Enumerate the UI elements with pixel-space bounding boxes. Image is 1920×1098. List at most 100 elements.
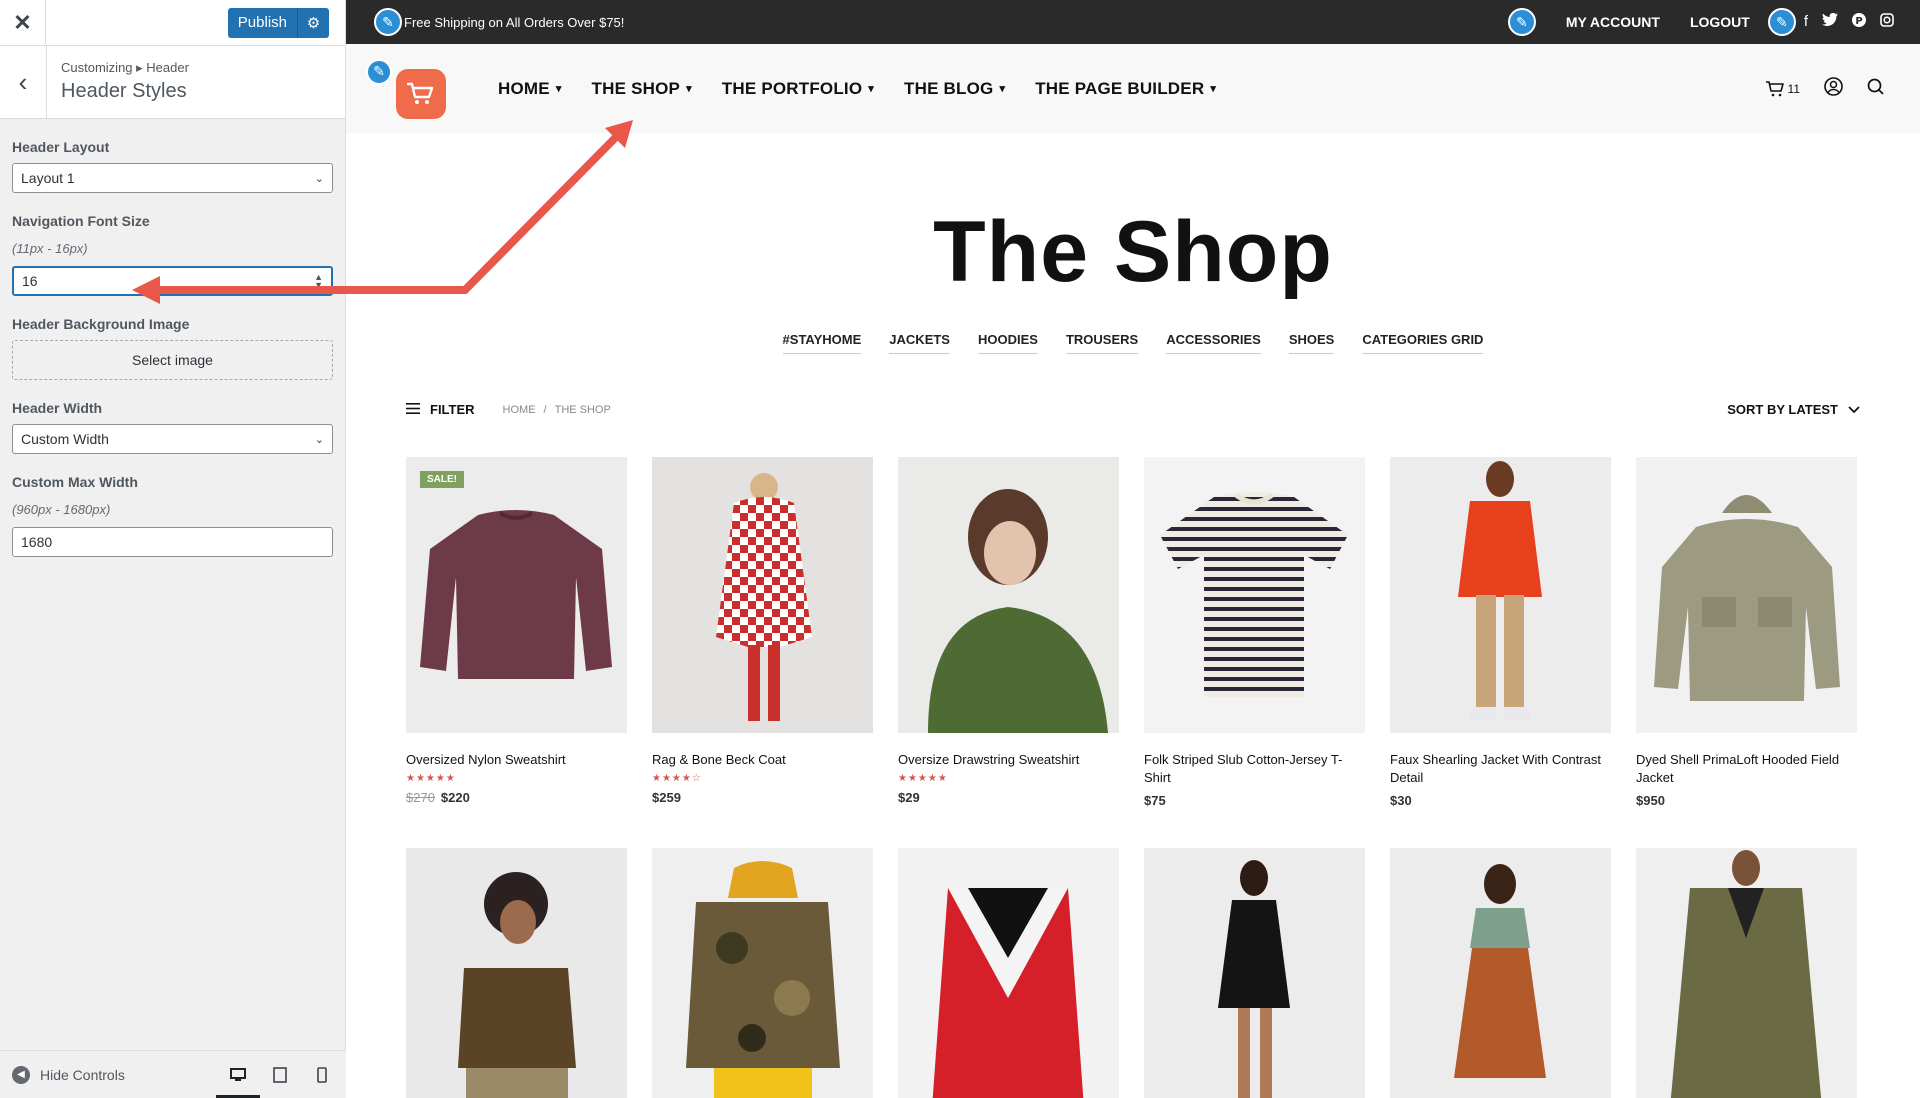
product-name[interactable]: Oversized Nylon Sweatshirt xyxy=(406,751,627,769)
category-hoodies[interactable]: HOODIES xyxy=(977,332,1038,354)
product-card[interactable]: Oversize Drawstring Sweatshirt ★★★★★ $29 xyxy=(898,457,1119,808)
product-name[interactable]: Faux Shearling Jacket With Contrast Deta… xyxy=(1390,751,1611,787)
product-image[interactable] xyxy=(652,848,873,1098)
brown-tee-illustration xyxy=(458,872,576,1098)
product-card[interactable] xyxy=(652,848,873,1098)
red-jacket-illustration xyxy=(1458,461,1542,719)
product-image[interactable] xyxy=(1636,848,1857,1098)
product-sale-price: $220 xyxy=(440,790,470,805)
product-price: $29 xyxy=(898,790,1119,805)
product-card[interactable]: Faux Shearling Jacket With Contrast Deta… xyxy=(1390,457,1611,808)
device-switcher xyxy=(216,1059,334,1098)
max-width-input[interactable]: 1680 xyxy=(12,527,333,557)
product-old-price: $270 xyxy=(406,790,435,805)
product-name[interactable]: Oversize Drawstring Sweatshirt xyxy=(898,751,1119,769)
edit-pencil-icon[interactable]: ✎ xyxy=(374,8,402,36)
app-root: ✕ Publish ⚙ ‹ Customizing ▸ Header Heade… xyxy=(0,0,1920,1098)
instagram-icon[interactable] xyxy=(1880,13,1894,31)
category-jackets[interactable]: JACKETS xyxy=(889,332,950,354)
product-image[interactable] xyxy=(1144,848,1365,1098)
camo-jacket-illustration xyxy=(686,861,840,1098)
filter-button[interactable]: FILTER xyxy=(406,402,475,417)
header-cart[interactable]: 11 xyxy=(1765,80,1800,97)
desktop-icon[interactable] xyxy=(216,1059,260,1098)
nav-the-blog[interactable]: THE BLOG ▾ xyxy=(904,79,1005,99)
search-icon[interactable] xyxy=(1867,78,1884,100)
product-price: $30 xyxy=(1390,793,1611,808)
cart-icon xyxy=(1765,80,1784,96)
my-account-link[interactable]: MY ACCOUNT xyxy=(1566,14,1660,30)
pinterest-icon[interactable]: P xyxy=(1852,13,1866,31)
account-icon[interactable] xyxy=(1824,76,1843,101)
close-icon[interactable]: ✕ xyxy=(0,0,46,46)
logo-area: ✎ xyxy=(366,58,448,119)
product-image[interactable] xyxy=(652,457,873,733)
category-stayhome[interactable]: #STAYHOME xyxy=(782,332,862,354)
facebook-icon[interactable]: f xyxy=(1804,13,1808,31)
category-accessories[interactable]: ACCESSORIES xyxy=(1166,332,1261,354)
product-price: $75 xyxy=(1144,793,1365,808)
product-sale-price: $30 xyxy=(1390,793,1412,808)
breadcrumb-home[interactable]: HOME xyxy=(503,404,536,416)
publish-button[interactable]: Publish xyxy=(227,7,297,38)
max-width-value: 1680 xyxy=(21,534,53,550)
back-arrow-icon[interactable]: ‹ xyxy=(0,46,47,119)
edit-pencil-icon[interactable]: ✎ xyxy=(366,58,392,85)
section-title-bar: ‹ Customizing ▸ Header Header Styles xyxy=(0,46,345,119)
main-nav: HOME ▾ THE SHOP ▾ THE PORTFOLIO ▾ THE BLOG ▾… xyxy=(498,79,1216,99)
logout-link[interactable]: LOGOUT xyxy=(1690,14,1750,30)
nav-home[interactable]: HOME ▾ xyxy=(498,79,562,99)
product-name[interactable]: Folk Striped Slub Cotton-Jersey T-Shirt xyxy=(1144,751,1365,787)
product-image[interactable] xyxy=(1636,457,1857,733)
product-image[interactable] xyxy=(1390,457,1611,733)
nav-the-blog-label: THE BLOG xyxy=(904,78,994,98)
nav-font-size-input[interactable]: 16 ▲ ▼ xyxy=(12,266,333,296)
customizer-footer: ◀ Hide Controls xyxy=(0,1050,346,1098)
nav-the-page-builder[interactable]: THE PAGE BUILDER ▾ xyxy=(1035,79,1216,99)
category-shoes[interactable]: SHOES xyxy=(1288,332,1335,354)
product-image[interactable] xyxy=(898,848,1119,1098)
product-card[interactable]: Dyed Shell PrimaLoft Hooded Field Jacket… xyxy=(1636,457,1857,808)
product-card[interactable] xyxy=(898,848,1119,1098)
product-card[interactable] xyxy=(406,848,627,1098)
product-image[interactable] xyxy=(1144,457,1365,733)
number-spinner-icon[interactable]: ▲ ▼ xyxy=(314,273,323,290)
header-width-select[interactable]: Custom Width ⌄ xyxy=(12,424,333,454)
product-name[interactable]: Dyed Shell PrimaLoft Hooded Field Jacket xyxy=(1636,751,1857,787)
product-card[interactable]: Rag & Bone Beck Coat ★★★★☆ $259 xyxy=(652,457,873,808)
product-image[interactable]: SALE! xyxy=(406,457,627,733)
sort-label: SORT BY LATEST xyxy=(1727,402,1838,417)
sort-dropdown[interactable]: SORT BY LATEST xyxy=(1727,402,1860,417)
product-card[interactable]: Folk Striped Slub Cotton-Jersey T-Shirt … xyxy=(1144,457,1365,808)
tablet-icon[interactable] xyxy=(268,1059,292,1091)
customizer-sidebar: ✕ Publish ⚙ ‹ Customizing ▸ Header Heade… xyxy=(0,0,346,1098)
sweatshirt-illustration xyxy=(420,510,612,679)
controls-panel: Header Layout Layout 1 ⌄ Navigation Font… xyxy=(0,139,345,557)
edit-pencil-icon[interactable]: ✎ xyxy=(1767,8,1796,36)
header-layout-select[interactable]: Layout 1 ⌄ xyxy=(12,163,333,193)
gear-icon[interactable]: ⚙ xyxy=(297,7,329,38)
hide-controls-button[interactable]: ◀ Hide Controls xyxy=(12,1065,125,1084)
twitter-icon[interactable] xyxy=(1822,12,1838,31)
cart-logo-icon[interactable] xyxy=(396,68,446,119)
product-card[interactable]: SALE! Oversized Nylon Sweatshirt ★★★★★ $… xyxy=(406,457,627,808)
product-name[interactable]: Rag & Bone Beck Coat xyxy=(652,751,873,769)
select-image-button[interactable]: Select image xyxy=(12,340,333,380)
category-trousers[interactable]: TROUSERS xyxy=(1065,332,1139,354)
product-card[interactable] xyxy=(1636,848,1857,1098)
edit-pencil-icon[interactable]: ✎ xyxy=(1507,8,1536,36)
chevron-down-icon: ▾ xyxy=(686,83,692,95)
category-grid[interactable]: CATEGORIES GRID xyxy=(1362,332,1484,354)
product-card[interactable] xyxy=(1390,848,1611,1098)
product-image[interactable] xyxy=(898,457,1119,733)
product-image[interactable] xyxy=(406,848,627,1098)
chevron-down-icon: ⌄ xyxy=(314,172,324,185)
product-card[interactable] xyxy=(1144,848,1365,1098)
nav-font-size-label: Navigation Font Size xyxy=(12,213,150,229)
product-image[interactable] xyxy=(1390,848,1611,1098)
mobile-icon[interactable] xyxy=(310,1059,334,1091)
nav-the-portfolio[interactable]: THE PORTFOLIO ▾ xyxy=(722,79,874,99)
nav-the-shop[interactable]: THE SHOP ▾ xyxy=(592,79,692,99)
header-layout-label: Header Layout xyxy=(12,139,110,155)
svg-text:P: P xyxy=(1855,16,1862,27)
